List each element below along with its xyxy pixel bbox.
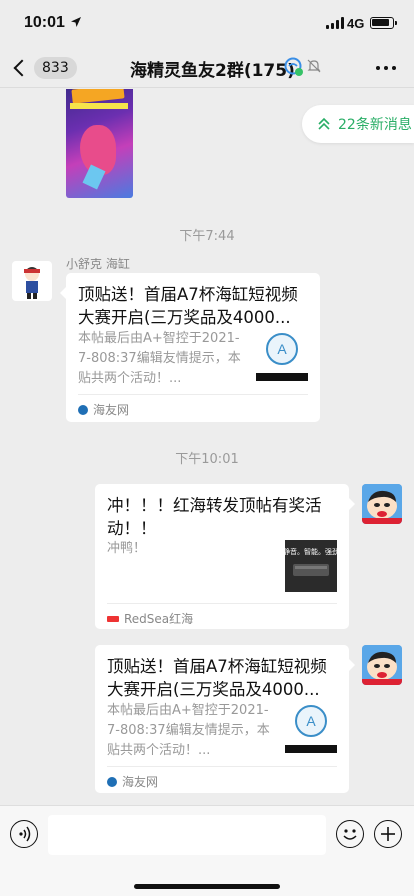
back-chevron-icon	[13, 59, 31, 77]
chat-header: 833 海精灵鱼友2群(175)	[0, 48, 414, 88]
link-card-source: 海友网	[107, 773, 158, 790]
sender-avatar[interactable]	[12, 261, 52, 301]
source-label: 海友网	[122, 775, 159, 789]
link-card-message[interactable]: 顶贴送！首届A7杯海缸短视频大赛开启(三万奖品及4000... 本帖最后由A+智…	[95, 645, 355, 793]
shinchan-avatar-icon	[362, 484, 402, 524]
haiyou-logo-icon	[78, 404, 88, 415]
voice-icon	[19, 826, 31, 842]
link-card-thumbnail: A	[285, 701, 337, 753]
source-label: RedSea红海	[124, 612, 194, 626]
self-avatar[interactable]	[362, 484, 402, 524]
network-label: 4G	[347, 16, 365, 31]
redsea-logo-icon	[107, 615, 119, 622]
link-card-thumbnail: 静音。智能。强劲	[285, 540, 337, 592]
emoji-button[interactable]	[336, 820, 364, 848]
more-options-button[interactable]	[372, 56, 400, 80]
link-card-source: 海友网	[78, 401, 129, 418]
card-divider	[78, 394, 308, 395]
sender-name: 小舒克 海缸	[66, 257, 130, 271]
link-card-description: 本帖最后由A+智控于2021-7-808:37编辑友情提示，本贴共两个活动！..…	[78, 331, 241, 386]
status-bar: 10:01 4G	[0, 0, 414, 48]
new-messages-button[interactable]: 22条新消息	[302, 105, 414, 143]
battery-icon	[370, 17, 397, 29]
group-verified-icon	[284, 57, 303, 76]
link-card-description: 冲鸭！	[107, 541, 147, 556]
home-indicator[interactable]	[134, 884, 280, 889]
link-card-source: RedSea红海	[107, 610, 193, 627]
input-bar	[0, 805, 414, 896]
link-card-title: 顶贴送！首届A7杯海缸短视频大赛开启(三万奖品及4000...	[78, 285, 298, 327]
mute-bell-icon	[307, 59, 321, 73]
svg-text:A: A	[306, 713, 316, 729]
new-messages-label: 22条新消息	[338, 117, 412, 133]
plus-icon	[381, 827, 395, 841]
timestamp: 下午10:01	[175, 452, 239, 467]
chat-message-list[interactable]: 22条新消息 下午7:44 小舒克 海缸 顶贴送！首届A7杯海缸短视频大赛开启(…	[0, 89, 414, 805]
svg-text:静音。智能。强劲: 静音。智能。强劲	[285, 547, 337, 556]
card-divider	[107, 766, 337, 767]
shinchan-avatar-icon	[362, 645, 402, 685]
link-card-message[interactable]: 顶贴送！首届A7杯海缸短视频大赛开启(三万奖品及4000... 本帖最后由A+智…	[60, 273, 320, 422]
self-avatar[interactable]	[362, 645, 402, 685]
location-arrow-icon	[71, 17, 81, 27]
cartoon-avatar-icon	[24, 267, 40, 299]
svg-text:A: A	[277, 341, 287, 357]
link-card-title: 冲！！！红海转发顶帖有奖活动！！	[107, 496, 322, 538]
more-dots-icon	[376, 66, 380, 70]
voice-input-button[interactable]	[10, 820, 38, 848]
unread-count-badge: 833	[34, 57, 77, 79]
chat-title: 海精灵鱼友2群(175)	[130, 61, 295, 81]
signal-bars-icon	[326, 17, 344, 29]
status-time: 10:01	[24, 14, 65, 31]
more-features-button[interactable]	[374, 820, 402, 848]
link-card-message[interactable]: 冲！！！红海转发顶帖有奖活动！！ 冲鸭！ 静音。智能。强劲 RedSea红海	[95, 484, 355, 629]
timestamp: 下午7:44	[179, 229, 235, 244]
emoji-icon	[343, 829, 357, 840]
message-input[interactable]	[48, 815, 326, 855]
source-label: 海友网	[93, 403, 130, 417]
link-card-description: 本帖最后由A+智控于2021-7-808:37编辑友情提示，本贴共两个活动！..…	[107, 703, 270, 758]
back-button[interactable]: 833	[10, 52, 77, 84]
link-card-thumbnail: A	[256, 329, 308, 381]
card-divider	[107, 603, 337, 604]
poster-image-message[interactable]	[66, 89, 133, 198]
link-card-title: 顶贴送！首届A7杯海缸短视频大赛开启(三万奖品及4000...	[107, 657, 327, 699]
double-chevron-up-icon	[318, 117, 330, 130]
haiyou-logo-icon	[107, 776, 117, 787]
